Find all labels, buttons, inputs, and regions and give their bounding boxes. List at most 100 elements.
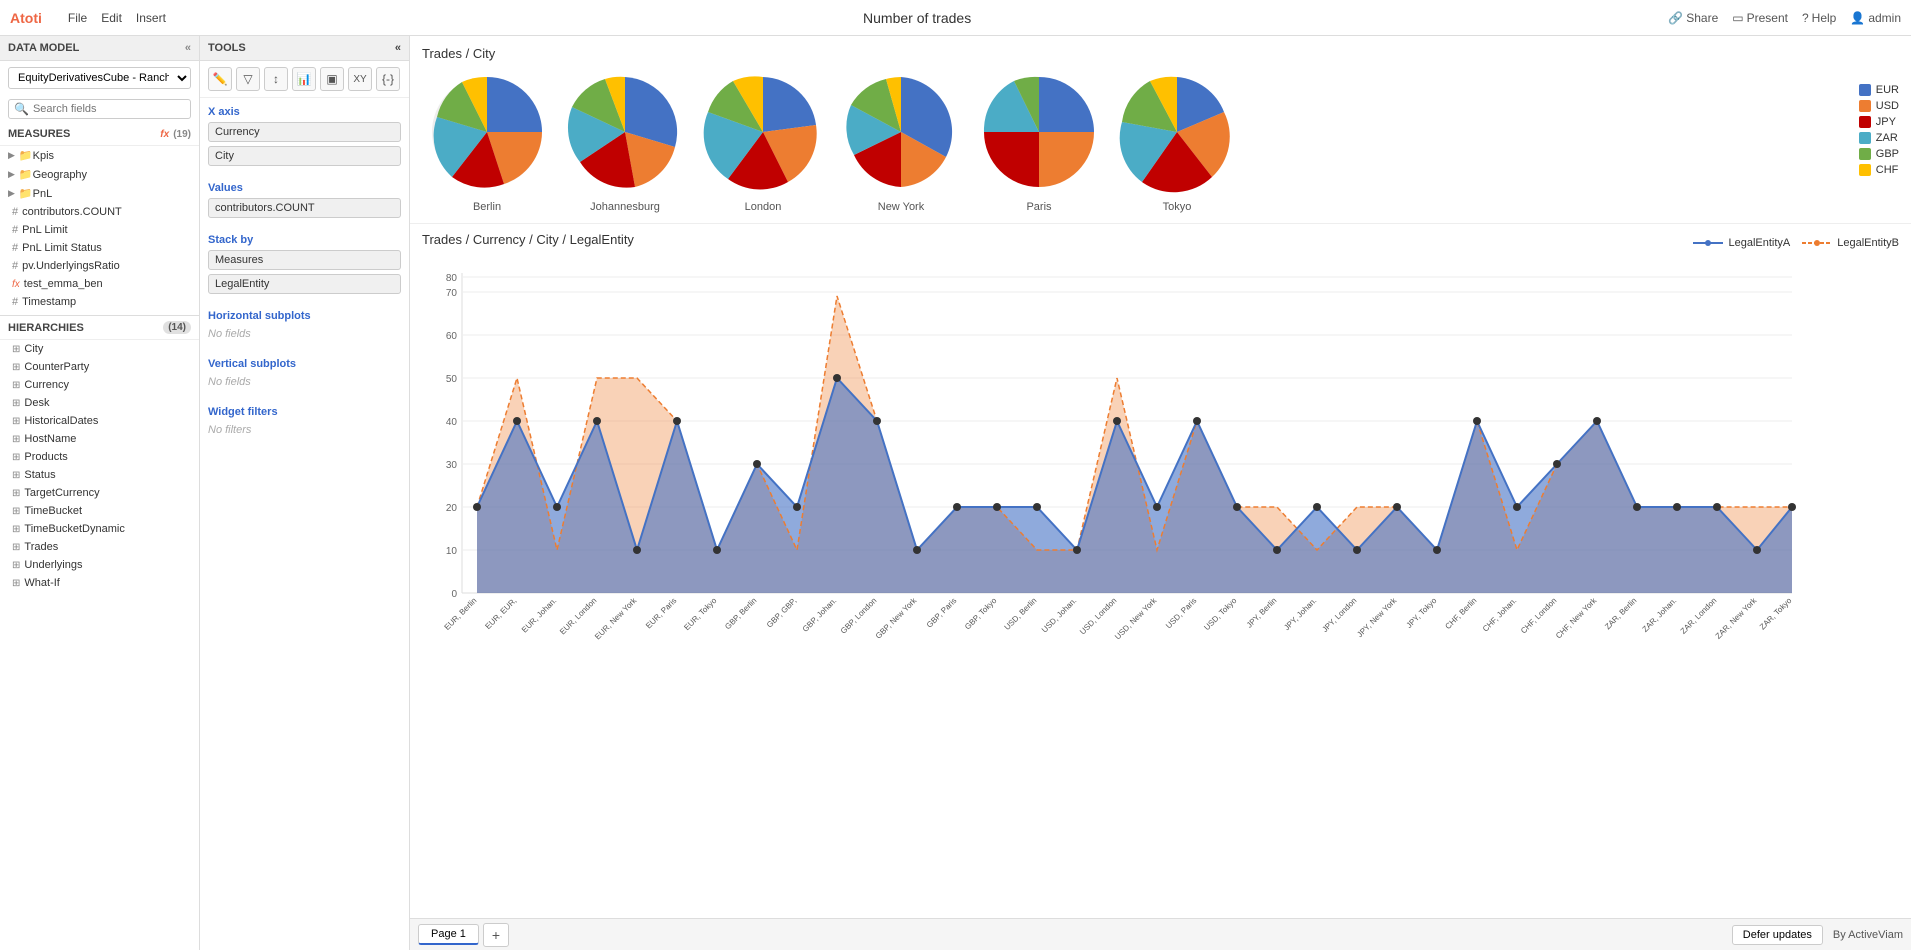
datapoint bbox=[673, 417, 681, 425]
vsubplots-label: Vertical subplots bbox=[200, 350, 409, 372]
xaxis-currency[interactable]: Currency bbox=[208, 122, 401, 142]
legend-usd-label: USD bbox=[1876, 100, 1899, 112]
hier-status[interactable]: ⊞ Status bbox=[0, 466, 199, 484]
app-logo: Atoti bbox=[10, 10, 42, 26]
tab-page1[interactable]: Page 1 bbox=[418, 924, 479, 945]
svg-text:30: 30 bbox=[446, 460, 458, 471]
measure-test-emma[interactable]: fx test_emma_ben bbox=[0, 275, 199, 293]
hier-trades[interactable]: ⊞ Trades bbox=[0, 538, 199, 556]
hier-products[interactable]: ⊞ Products bbox=[0, 448, 199, 466]
values-contributors[interactable]: contributors.COUNT bbox=[208, 198, 401, 218]
filter-btn[interactable]: ▽ bbox=[236, 67, 260, 91]
svg-text:CHF, Berlin: CHF, Berlin bbox=[1443, 596, 1478, 631]
search-input[interactable] bbox=[33, 103, 185, 115]
svg-text:ZAR, Johan.: ZAR, Johan. bbox=[1641, 596, 1679, 634]
svg-text:USD, London: USD, London bbox=[1078, 596, 1118, 636]
measure-timestamp[interactable]: # Timestamp bbox=[0, 293, 199, 311]
measure-label: Timestamp bbox=[22, 296, 76, 308]
hier-currency[interactable]: ⊞ Currency bbox=[0, 376, 199, 394]
hier-whatif[interactable]: ⊞ What-If bbox=[0, 574, 199, 592]
table-btn[interactable]: ▣ bbox=[320, 67, 344, 91]
defer-updates-btn[interactable]: Defer updates bbox=[1732, 925, 1823, 945]
svg-text:GBP, Johan.: GBP, Johan. bbox=[801, 596, 839, 634]
svg-text:USD, Berlin: USD, Berlin bbox=[1002, 596, 1038, 632]
present-btn[interactable]: ▭ Present bbox=[1732, 11, 1788, 25]
hier-counterparty[interactable]: ⊞ CounterParty bbox=[0, 358, 199, 376]
svg-text:60: 60 bbox=[446, 331, 458, 342]
legend-chf-label: CHF bbox=[1876, 164, 1899, 176]
hier-underlyings[interactable]: ⊞ Underlyings bbox=[0, 556, 199, 574]
hier-label: What-If bbox=[24, 577, 59, 589]
hier-historicaldates[interactable]: ⊞ HistoricalDates bbox=[0, 412, 199, 430]
menu-file[interactable]: File bbox=[68, 11, 87, 25]
topbar-actions: 🔗 Share ▭ Present ? Help 👤 admin bbox=[1668, 11, 1901, 25]
measures-geography[interactable]: ▶ 📁 Geography bbox=[0, 165, 199, 184]
stackby-measures[interactable]: Measures bbox=[208, 250, 401, 270]
svg-text:0: 0 bbox=[451, 589, 457, 600]
hier-timebucket[interactable]: ⊞ TimeBucket bbox=[0, 502, 199, 520]
svg-text:EUR, Berlin: EUR, Berlin bbox=[442, 596, 478, 632]
share-btn[interactable]: 🔗 Share bbox=[1668, 11, 1718, 25]
admin-btn[interactable]: 👤 admin bbox=[1850, 11, 1901, 25]
values-label: Values bbox=[200, 174, 409, 196]
measure-pv-underlyings[interactable]: # pv.UnderlyingsRatio bbox=[0, 257, 199, 275]
hier-hostname[interactable]: ⊞ HostName bbox=[0, 430, 199, 448]
collapse-tools-btn[interactable]: « bbox=[395, 42, 401, 54]
hier-desk[interactable]: ⊞ Desk bbox=[0, 394, 199, 412]
hier-city[interactable]: ⊞ City bbox=[0, 340, 199, 358]
hash-icon: # bbox=[12, 224, 18, 236]
hier-targetcurrency[interactable]: ⊞ TargetCurrency bbox=[0, 484, 199, 502]
pie-paris-label: Paris bbox=[1026, 201, 1051, 213]
sort-btn[interactable]: ↕ bbox=[264, 67, 288, 91]
datapoint bbox=[1393, 503, 1401, 511]
xaxis-city[interactable]: City bbox=[208, 146, 401, 166]
legend-eur: EUR bbox=[1859, 84, 1899, 96]
help-btn[interactable]: ? Help bbox=[1802, 11, 1836, 25]
measure-pnl-limit[interactable]: # PnL Limit bbox=[0, 221, 199, 239]
bracket-btn[interactable]: {-} bbox=[376, 67, 400, 91]
pie-tokyo-label: Tokyo bbox=[1163, 201, 1192, 213]
xy-btn[interactable]: XY bbox=[348, 67, 372, 91]
measure-contributors-count[interactable]: # contributors.COUNT bbox=[0, 203, 199, 221]
collapse-left-btn[interactable]: « bbox=[185, 42, 191, 54]
svg-text:USD, Tokyo: USD, Tokyo bbox=[1202, 596, 1239, 633]
datapoint bbox=[1633, 503, 1641, 511]
pie-tokyo-svg bbox=[1112, 67, 1242, 197]
datapoint bbox=[1033, 503, 1041, 511]
hash-icon: # bbox=[12, 242, 18, 254]
legend-entity-a: LegalEntityA bbox=[1693, 237, 1790, 249]
hier-timebucketdynamic[interactable]: ⊞ TimeBucketDynamic bbox=[0, 520, 199, 538]
edit-btn[interactable]: ✏️ bbox=[208, 67, 232, 91]
stackby-legalentity[interactable]: LegalEntity bbox=[208, 274, 401, 294]
svg-text:GBP, Berlin: GBP, Berlin bbox=[723, 596, 758, 631]
tab-add-btn[interactable]: + bbox=[483, 923, 509, 947]
fx-label[interactable]: fx bbox=[160, 129, 169, 140]
svg-text:80: 80 bbox=[446, 273, 458, 284]
measure-label: PnL Limit Status bbox=[22, 242, 102, 254]
svg-text:GBP, Tokyo: GBP, Tokyo bbox=[963, 596, 999, 632]
pie-paris: Paris bbox=[974, 67, 1104, 213]
pie-chart-section: Trades / City bbox=[410, 36, 1911, 224]
legend-jpy: JPY bbox=[1859, 116, 1899, 128]
measure-label: test_emma_ben bbox=[24, 278, 103, 290]
hier-icon: ⊞ bbox=[12, 398, 20, 409]
cube-select[interactable]: EquityDerivativesCube - Ranch 6.0 bbox=[8, 67, 191, 89]
measures-pnl[interactable]: ▶ 📁 PnL bbox=[0, 184, 199, 203]
menu-insert[interactable]: Insert bbox=[136, 11, 166, 25]
hier-icon: ⊞ bbox=[12, 542, 20, 553]
legend-usd-dot bbox=[1859, 100, 1871, 112]
measure-pnl-limit-status[interactable]: # PnL Limit Status bbox=[0, 239, 199, 257]
datapoint bbox=[833, 374, 841, 382]
datapoint bbox=[1673, 503, 1681, 511]
chart-btn[interactable]: 📊 bbox=[292, 67, 316, 91]
datapoint bbox=[1153, 503, 1161, 511]
folder-icon: 📁 bbox=[19, 168, 33, 181]
entity-b-icon bbox=[1802, 237, 1832, 249]
measures-kpis[interactable]: ▶ 📁 Kpis bbox=[0, 146, 199, 165]
legend-jpy-label: JPY bbox=[1876, 116, 1896, 128]
pie-johannesburg-label: Johannesburg bbox=[590, 201, 660, 213]
pie-berlin: Berlin bbox=[422, 67, 552, 213]
measure-label: PnL Limit bbox=[22, 224, 67, 236]
menu-edit[interactable]: Edit bbox=[101, 11, 122, 25]
datapoint bbox=[1593, 417, 1601, 425]
